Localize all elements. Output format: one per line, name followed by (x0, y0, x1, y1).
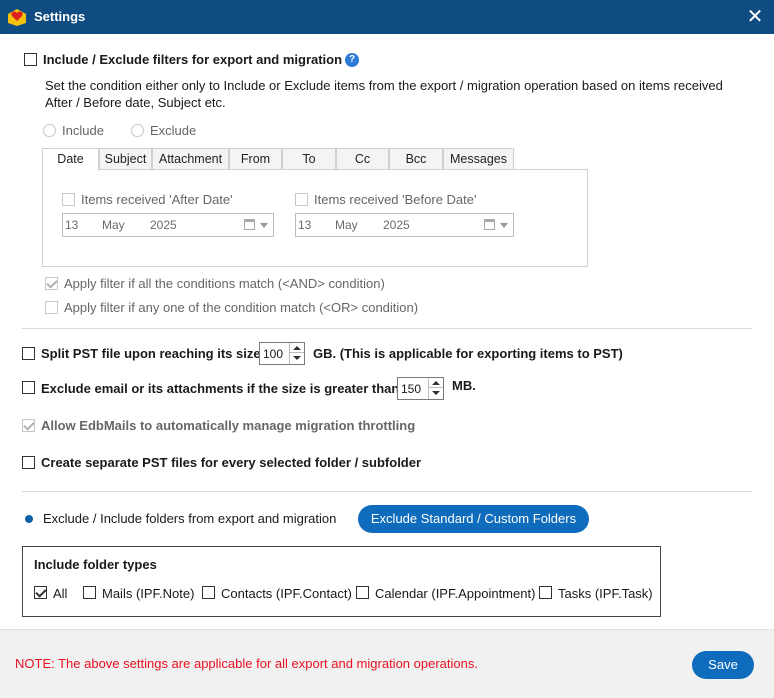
or-condition-label: Apply filter if any one of the condition… (64, 300, 419, 315)
folder-type-all-checkbox[interactable] (34, 586, 47, 599)
filters-label: Include / Exclude filters for export and… (43, 52, 343, 67)
separate-pst-checkbox[interactable] (22, 456, 35, 469)
tab-bcc[interactable]: Bcc (389, 148, 443, 170)
app-logo-icon (8, 9, 26, 26)
exclude-size-label: Exclude email or its attachments if the … (41, 381, 400, 396)
note-text: NOTE: The above settings are applicable … (15, 656, 478, 671)
exclude-folders-button[interactable]: Exclude Standard / Custom Folders (358, 505, 589, 533)
chevron-down-icon (260, 223, 268, 228)
save-button[interactable]: Save (692, 651, 754, 679)
stepper-up-icon[interactable] (429, 378, 443, 388)
split-pst-suffix: GB. (This is applicable for exporting it… (313, 346, 623, 361)
tab-to[interactable]: To (282, 148, 336, 170)
tab-subject[interactable]: Subject (99, 148, 152, 170)
exclude-radio-label: Exclude (150, 123, 197, 138)
after-date-year: 2025 (150, 218, 177, 232)
after-date-month: May (102, 218, 125, 232)
after-date-checkbox[interactable] (62, 193, 75, 206)
date-tab-panel: Items received 'After Date' 13 May 2025 … (42, 169, 588, 267)
tab-from[interactable]: From (229, 148, 282, 170)
stepper-down-icon[interactable] (290, 353, 304, 363)
or-condition-checkbox[interactable] (45, 301, 58, 314)
window-title: Settings (34, 9, 86, 24)
throttling-label: Allow EdbMails to automatically manage m… (41, 418, 416, 433)
tab-attachment[interactable]: Attachment (152, 148, 229, 170)
folder-type-calendar-checkbox[interactable] (356, 586, 369, 599)
folder-type-contacts-checkbox[interactable] (202, 586, 215, 599)
throttling-checkbox[interactable] (22, 419, 35, 432)
folder-type-calendar-label: Calendar (IPF.Appointment) (375, 586, 536, 601)
stepper-down-icon[interactable] (429, 388, 443, 398)
after-date-label: Items received 'After Date' (81, 192, 233, 207)
calendar-icon (244, 219, 255, 230)
folder-type-tasks-label: Tasks (IPF.Task) (558, 586, 653, 601)
separate-pst-label: Create separate PST files for every sele… (41, 455, 422, 470)
bullet-icon (25, 515, 33, 523)
divider (22, 491, 752, 492)
footer: NOTE: The above settings are applicable … (0, 629, 774, 698)
exclude-size-checkbox[interactable] (22, 381, 35, 394)
calendar-icon (484, 219, 495, 230)
exclude-radio[interactable] (131, 124, 144, 137)
folder-type-tasks-checkbox[interactable] (539, 586, 552, 599)
folders-label: Exclude / Include folders from export an… (43, 511, 337, 526)
split-pst-stepper[interactable]: 100 (259, 342, 305, 365)
chevron-down-icon (500, 223, 508, 228)
exclude-size-suffix: MB. (452, 378, 476, 393)
and-condition-label: Apply filter if all the conditions match… (64, 276, 385, 291)
close-icon[interactable]: ✕ (742, 4, 768, 30)
split-pst-value: 100 (263, 347, 284, 361)
tab-cc[interactable]: Cc (336, 148, 389, 170)
folder-type-mails-label: Mails (IPF.Note) (102, 586, 195, 601)
before-date-picker[interactable]: 13 May 2025 (295, 213, 514, 237)
divider (22, 328, 752, 329)
stepper-up-icon[interactable] (290, 343, 304, 353)
help-icon[interactable]: ? (345, 53, 359, 67)
filters-description-line2: After / Before date, Subject etc. (45, 95, 226, 110)
before-date-year: 2025 (383, 218, 410, 232)
after-date-day: 13 (65, 218, 79, 232)
include-radio[interactable] (43, 124, 56, 137)
folder-type-contacts-label: Contacts (IPF.Contact) (221, 586, 352, 601)
tab-messages[interactable]: Messages (443, 148, 514, 170)
before-date-day: 13 (298, 218, 312, 232)
title-bar: Settings ✕ (0, 0, 774, 34)
tab-date[interactable]: Date (42, 148, 99, 171)
folder-type-mails-checkbox[interactable] (83, 586, 96, 599)
folder-types-group: Include folder types All Mails (IPF.Note… (22, 546, 661, 617)
split-pst-checkbox[interactable] (22, 347, 35, 360)
after-date-picker[interactable]: 13 May 2025 (62, 213, 274, 237)
filters-checkbox[interactable] (24, 53, 37, 66)
folder-type-all-label: All (53, 586, 68, 601)
before-date-checkbox[interactable] (295, 193, 308, 206)
folder-types-title: Include folder types (34, 557, 157, 572)
before-date-label: Items received 'Before Date' (314, 192, 477, 207)
before-date-month: May (335, 218, 358, 232)
exclude-size-value: 150 (401, 382, 422, 396)
and-condition-checkbox[interactable] (45, 277, 58, 290)
include-radio-label: Include (62, 123, 104, 138)
filters-description-line1: Set the condition either only to Include… (45, 78, 723, 93)
split-pst-label: Split PST file upon reaching its size (41, 346, 261, 361)
exclude-size-stepper[interactable]: 150 (397, 377, 444, 400)
